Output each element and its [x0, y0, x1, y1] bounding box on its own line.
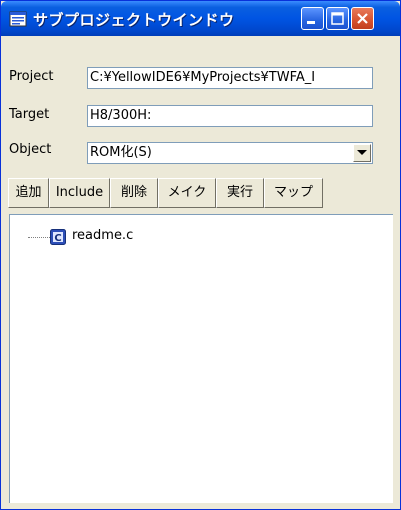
- c-source-file-icon: C: [50, 229, 66, 245]
- target-field[interactable]: H8/300H:: [87, 105, 373, 127]
- map-button[interactable]: マップ: [264, 178, 323, 208]
- maximize-button[interactable]: [326, 7, 349, 30]
- subproject-window: サブプロジェクトウインドウ Project C:¥YellowIDE6¥MyPr…: [0, 0, 401, 510]
- tree-item-label: readme.c: [72, 228, 134, 243]
- file-tree[interactable]: C readme.c: [9, 214, 393, 504]
- tree-connector-line: [28, 237, 50, 238]
- run-button[interactable]: 実行: [216, 178, 264, 208]
- target-label: Target: [9, 107, 50, 122]
- project-toolbar: 追加 Include 削除 メイク 実行 マップ: [8, 178, 393, 208]
- maximize-icon: [331, 12, 344, 25]
- chevron-down-icon: [357, 150, 367, 155]
- project-label: Project: [9, 69, 54, 84]
- window-bottom-edge: [9, 503, 393, 505]
- app-icon: [9, 11, 27, 27]
- project-path-field[interactable]: C:¥YellowIDE6¥MyProjects¥TWFA_I: [87, 67, 373, 89]
- object-select[interactable]: ROM化(S): [87, 142, 373, 164]
- add-button[interactable]: 追加: [8, 178, 49, 208]
- minimize-icon: [307, 21, 315, 24]
- object-dropdown-button[interactable]: [353, 144, 371, 162]
- object-label: Object: [9, 142, 52, 157]
- svg-text:C: C: [54, 233, 61, 244]
- object-select-value: ROM化(S): [90, 145, 152, 160]
- minimize-button[interactable]: [301, 7, 324, 30]
- delete-button[interactable]: 削除: [110, 178, 158, 208]
- window-title: サブプロジェクトウインドウ: [33, 11, 235, 29]
- title-bar[interactable]: サブプロジェクトウインドウ: [1, 1, 400, 36]
- close-button[interactable]: [351, 7, 374, 30]
- include-button[interactable]: Include: [49, 178, 110, 208]
- make-button[interactable]: メイク: [158, 178, 216, 208]
- close-icon: [357, 13, 368, 24]
